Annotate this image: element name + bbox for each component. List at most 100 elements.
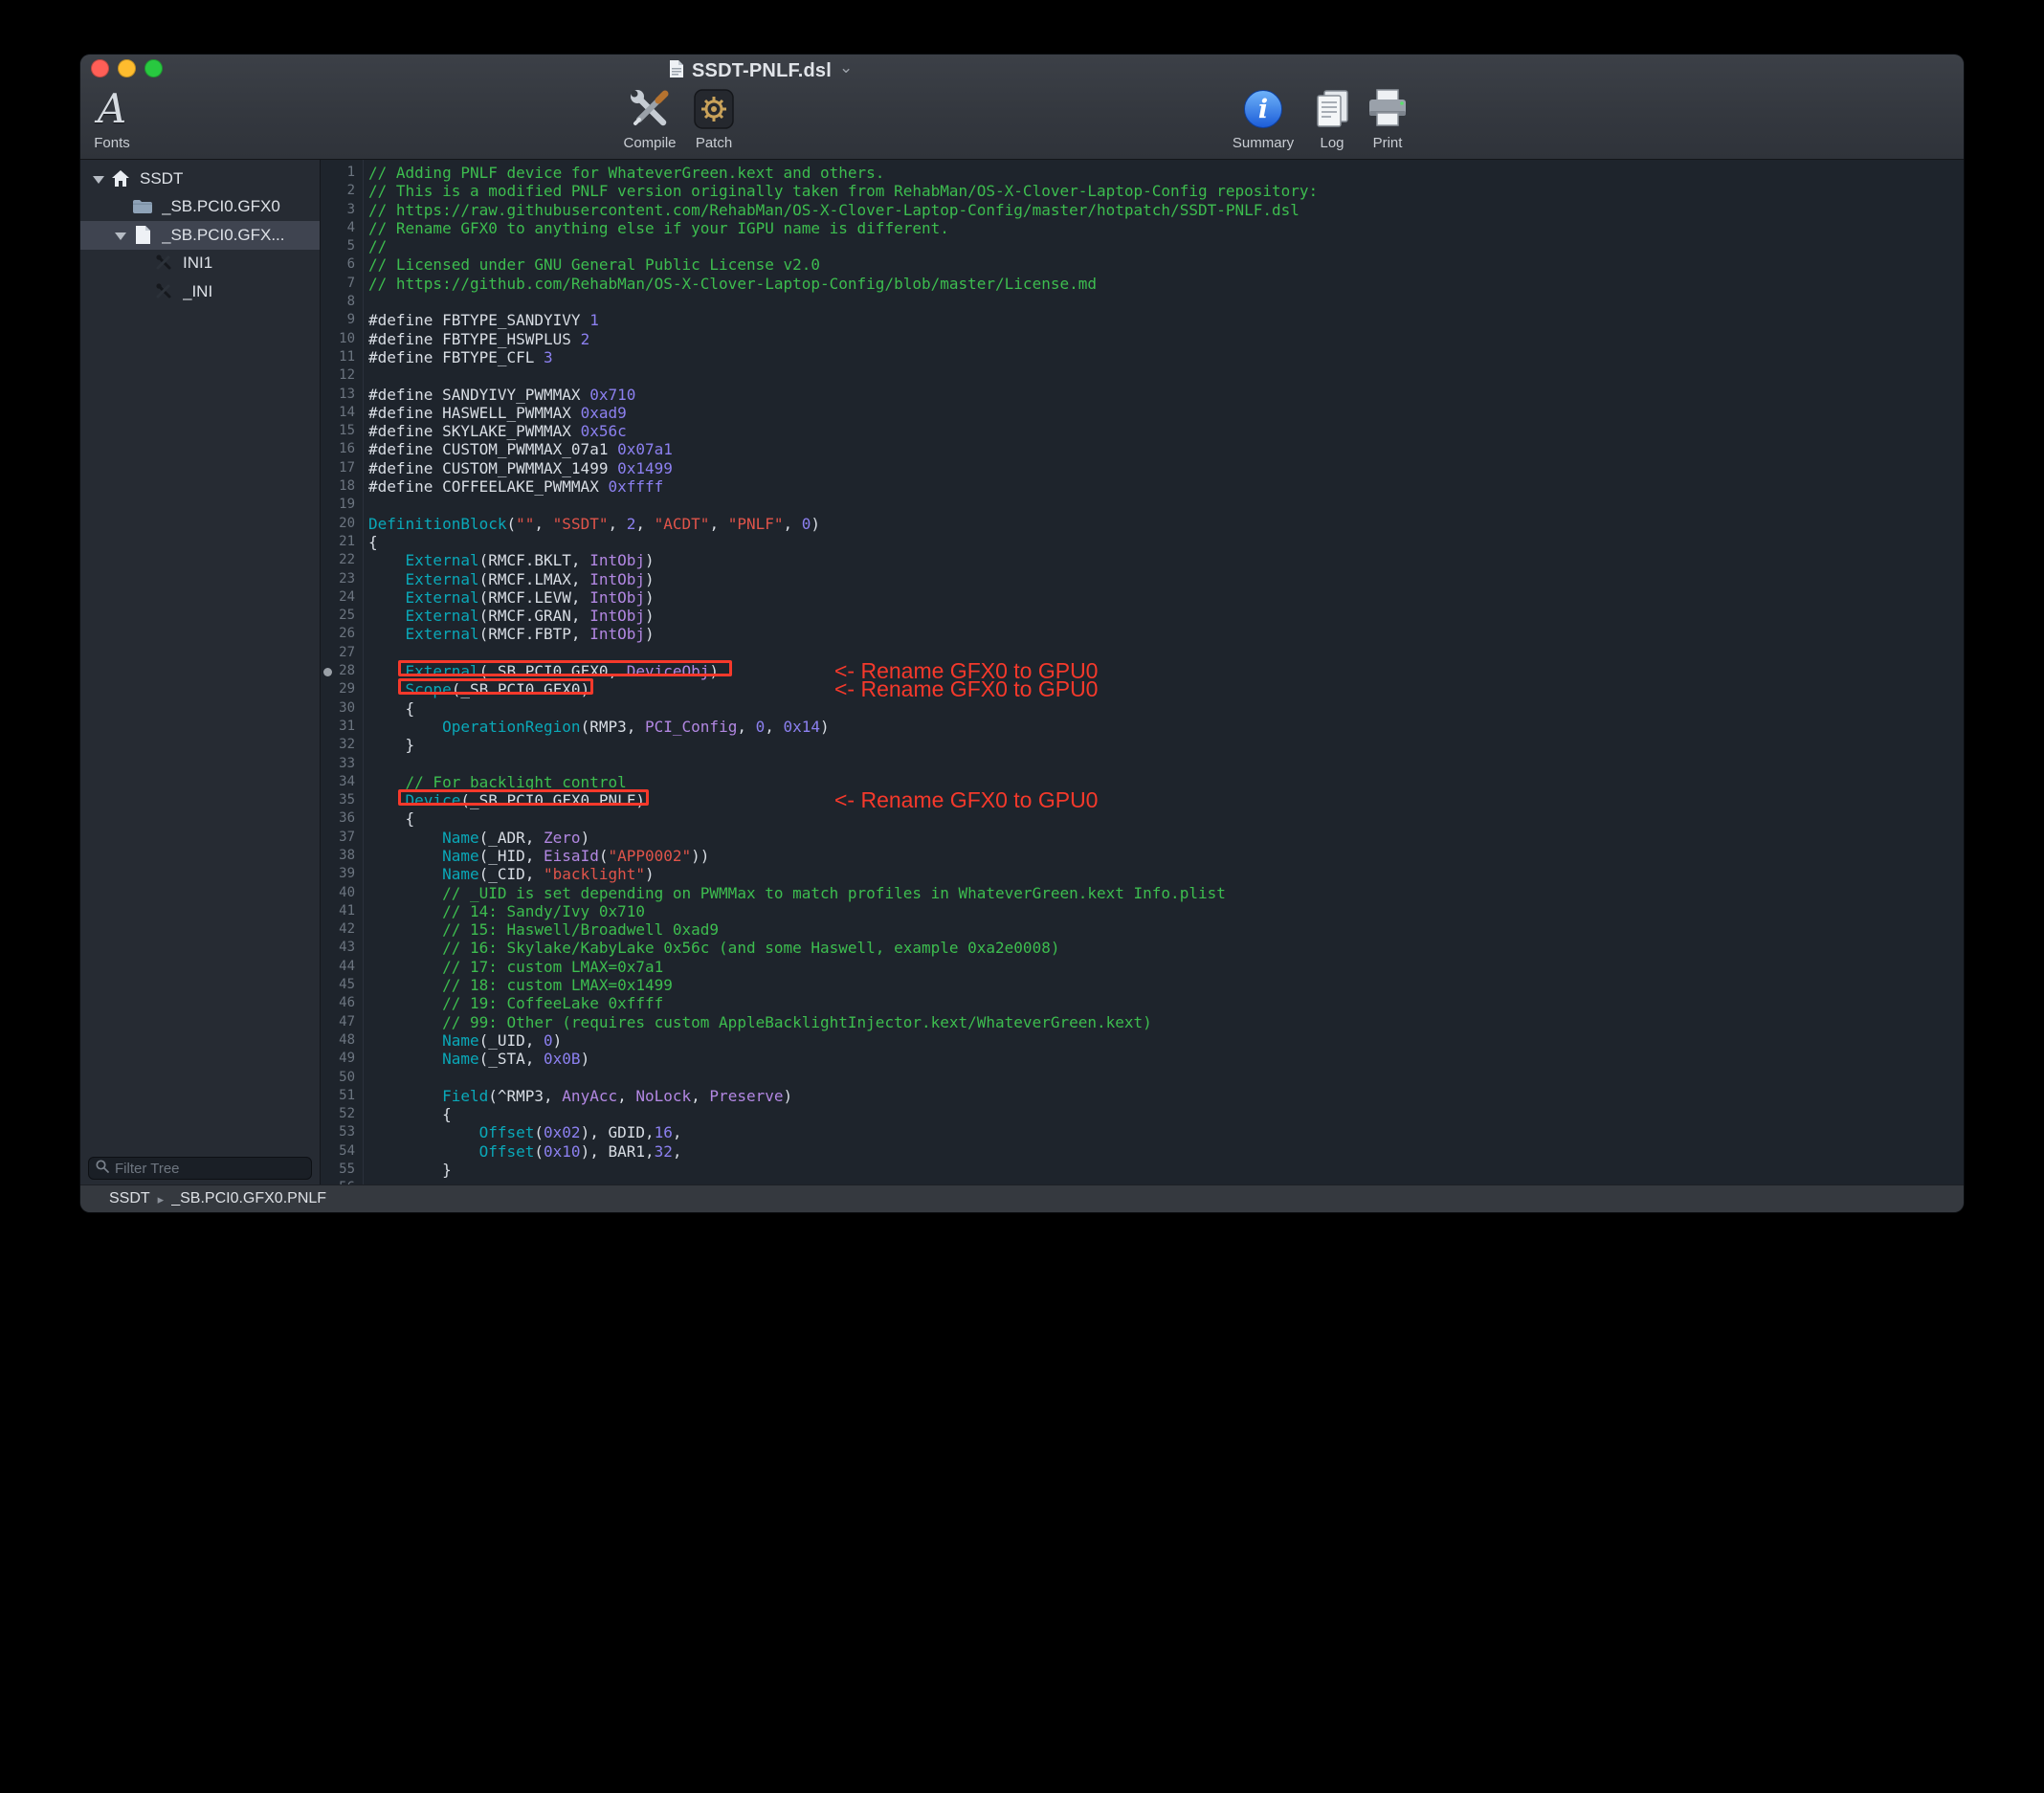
line-number: 22 — [321, 551, 363, 569]
home-icon — [109, 168, 132, 189]
line-number: 39 — [321, 865, 363, 883]
code-line-48: 48 Name(_UID, 0) — [321, 1031, 1964, 1050]
window-title-group: SSDT-PNLF.dsl ⌄ — [669, 56, 853, 85]
code-line-7: 7// https://github.com/RehabMan/OS-X-Clo… — [321, 275, 1964, 293]
breadcrumb-separator-icon: ▸ — [158, 1192, 165, 1207]
tree-item-ini1[interactable]: INI1 — [80, 250, 320, 278]
title-menu-chevron[interactable]: ⌄ — [839, 58, 853, 77]
code-line-51: 51 Field(^RMP3, AnyAcc, NoLock, Preserve… — [321, 1087, 1964, 1105]
search-icon — [96, 1160, 109, 1178]
line-number: 10 — [321, 330, 363, 348]
line-number: 40 — [321, 884, 363, 902]
line-number: 31 — [321, 718, 363, 736]
breadcrumb-leaf[interactable]: _SB.PCI0.GFX0.PNLF — [171, 1190, 326, 1207]
patch-button[interactable]: Patch — [674, 87, 754, 151]
code-line-47: 47 // 99: Other (requires custom AppleBa… — [321, 1013, 1964, 1031]
code-line-12: 12 — [321, 366, 1964, 385]
line-number: 13 — [321, 386, 363, 404]
code-line-15: 15#define SKYLAKE_PWMMAX 0x56c — [321, 422, 1964, 440]
line-number: 19 — [321, 496, 363, 514]
close-button[interactable] — [91, 59, 109, 77]
line-number: 41 — [321, 902, 363, 920]
code-line-30: 30 { — [321, 699, 1964, 718]
code-line-18: 18#define COFFEELAKE_PWMMAX 0xffff — [321, 477, 1964, 496]
line-number: 55 — [321, 1161, 363, 1179]
line-number: 53 — [321, 1123, 363, 1141]
code-line-32: 32 } — [321, 736, 1964, 754]
code-line-6: 6// Licensed under GNU General Public Li… — [321, 255, 1964, 274]
fonts-button[interactable]: A Fonts — [80, 87, 152, 151]
line-number: 48 — [321, 1031, 363, 1050]
code-line-17: 17#define CUSTOM_PWMMAX_1499 0x1499 — [321, 459, 1964, 477]
breadcrumb-root[interactable]: SSDT — [109, 1190, 150, 1207]
line-number: 27 — [321, 644, 363, 662]
code-line-33: 33 — [321, 755, 1964, 773]
code-line-42: 42 // 15: Haswell/Broadwell 0xad9 — [321, 920, 1964, 939]
line-number: 23 — [321, 570, 363, 588]
line-number: 50 — [321, 1069, 363, 1087]
line-number: 54 — [321, 1142, 363, 1161]
code-line-1: 1// Adding PNLF device for WhateverGreen… — [321, 164, 1964, 182]
line-number: 35 — [321, 791, 363, 809]
code-line-39: 39 Name(_CID, "backlight") — [321, 865, 1964, 883]
line-number: 26 — [321, 625, 363, 643]
line-number: 7 — [321, 275, 363, 293]
code-line-9: 9#define FBTYPE_SANDYIVY 1 — [321, 311, 1964, 329]
titlebar-toolbar: SSDT-PNLF.dsl ⌄ A Fonts Compile — [80, 55, 1964, 160]
line-number: 2 — [321, 182, 363, 200]
line-number: 12 — [321, 366, 363, 385]
code-line-24: 24 External(RMCF.LEVW, IntObj) — [321, 588, 1964, 607]
print-button[interactable]: Print — [1347, 87, 1428, 151]
patch-gear-icon — [692, 87, 736, 131]
method-icon — [152, 281, 175, 302]
line-number: 52 — [321, 1105, 363, 1123]
document-icon — [131, 225, 154, 246]
line-number: 15 — [321, 422, 363, 440]
code-line-49: 49 Name(_STA, 0x0B) — [321, 1050, 1964, 1068]
document-proxy-icon[interactable] — [669, 59, 684, 83]
tree-item-ini[interactable]: _INI — [80, 277, 320, 306]
tree-item-sb-pci0-gfx0[interactable]: _SB.PCI0.GFX0 — [80, 193, 320, 222]
info-icon: i — [1242, 87, 1284, 131]
code-line-40: 40 // _UID is set depending on PWMMax to… — [321, 884, 1964, 902]
printer-icon — [1366, 87, 1410, 131]
zoom-button[interactable] — [144, 59, 163, 77]
maciasl-window: SSDT-PNLF.dsl ⌄ A Fonts Compile — [80, 55, 1964, 1212]
tree-item-ssdt[interactable]: SSDT — [80, 165, 320, 193]
filter-tree-field[interactable] — [88, 1157, 312, 1180]
tree-item-label: _INI — [183, 282, 212, 301]
line-number: 47 — [321, 1013, 363, 1031]
code-line-38: 38 Name(_HID, EisaId("APP0002")) — [321, 847, 1964, 865]
sidebar-tree: SSDT _SB.PCI0.GFX0 _SB.PCI0.GFX... INI1 _INI — [80, 160, 320, 306]
disclosure-triangle-icon[interactable] — [110, 231, 131, 240]
code-line-19: 19 — [321, 496, 1964, 514]
line-number: 1 — [321, 164, 363, 182]
code-line-44: 44 // 17: custom LMAX=0x7a1 — [321, 958, 1964, 976]
filter-tree-input[interactable] — [115, 1161, 304, 1177]
line-number: 36 — [321, 809, 363, 828]
tree-item-label: _SB.PCI0.GFX... — [162, 226, 285, 245]
line-number: 3 — [321, 201, 363, 219]
line-number: 11 — [321, 348, 363, 366]
code-line-41: 41 // 14: Sandy/Ivy 0x710 — [321, 902, 1964, 920]
tree-item-sb-pci0-gfx[interactable]: _SB.PCI0.GFX... — [80, 221, 320, 250]
line-number: 4 — [321, 219, 363, 237]
code-line-50: 50 — [321, 1069, 1964, 1087]
minimize-button[interactable] — [118, 59, 136, 77]
code-line-43: 43 // 16: Skylake/KabyLake 0x56c (and so… — [321, 939, 1964, 957]
code-line-28: 28 External(_SB.PCI0.GFX0, DeviceObj) — [321, 662, 1964, 680]
line-number: 30 — [321, 699, 363, 718]
disclosure-triangle-icon[interactable] — [88, 174, 109, 184]
line-number: 34 — [321, 773, 363, 791]
tree-item-label: INI1 — [183, 254, 212, 273]
code-line-14: 14#define HASWELL_PWMMAX 0xad9 — [321, 404, 1964, 422]
code-area[interactable]: 1// Adding PNLF device for WhateverGreen… — [321, 160, 1964, 1184]
line-number: 9 — [321, 311, 363, 329]
line-number: 33 — [321, 755, 363, 773]
code-line-25: 25 External(RMCF.GRAN, IntObj) — [321, 607, 1964, 625]
svg-text:i: i — [1258, 95, 1268, 124]
traffic-lights — [91, 59, 163, 77]
tree-item-label: SSDT — [140, 169, 183, 188]
code-line-22: 22 External(RMCF.BKLT, IntObj) — [321, 551, 1964, 569]
code-line-45: 45 // 18: custom LMAX=0x1499 — [321, 976, 1964, 994]
